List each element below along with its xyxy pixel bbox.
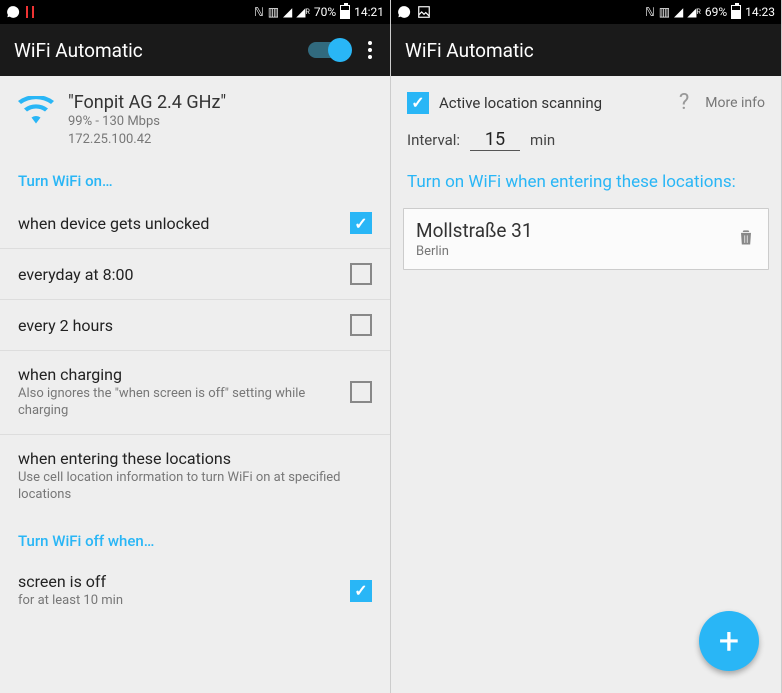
signal-icon: ◢ [283,5,292,19]
location-card[interactable]: Mollstraße 31 Berlin [403,208,769,270]
master-toggle[interactable] [308,42,350,58]
wifi-speed: 99% - 130 Mbps [68,113,226,131]
row-unlocked[interactable]: when device gets unlocked [0,198,390,249]
add-location-fab[interactable]: + [699,611,759,671]
checkbox[interactable] [350,314,372,336]
checkbox[interactable] [350,580,372,602]
whatsapp-icon [6,5,20,19]
location-name: Mollstraße 31 [416,219,533,242]
row-label: every 2 hours [18,316,350,335]
battery-percent: 69% [705,5,727,19]
row-charging[interactable]: when charging Also ignores the "when scr… [0,351,390,435]
image-icon [417,5,431,19]
overflow-menu-icon[interactable] [364,37,376,63]
content-area: Active location scanning ? More info Int… [391,76,781,693]
active-scan-label: Active location scanning [439,94,602,112]
status-bar: ℕ ▥ ◢ ◢R 70% 14:21 [0,0,390,24]
row-desc: Also ignores the "when screen is off" se… [18,386,350,420]
vibrate-icon: ▥ [659,5,670,19]
help-icon[interactable]: ? [679,90,689,115]
interval-label: Interval: [407,131,460,149]
app-bar: WiFi Automatic [0,24,390,76]
wifi-ip: 172.25.100.42 [68,131,226,149]
row-label: everyday at 8:00 [18,265,350,284]
vibrate-icon: ▥ [268,5,279,19]
locations-section-header: Turn on WiFi when entering these locatio… [391,165,781,208]
app-title: WiFi Automatic [405,39,767,62]
wifi-status-block: "Fonpit AG 2.4 GHz" 99% - 130 Mbps 172.2… [0,76,390,158]
active-scan-row[interactable]: Active location scanning ? More info [391,76,781,121]
row-desc: Use cell location information to turn Wi… [18,470,372,504]
phone-right: ℕ ▥ ◢ ◢R 69% 14:23 WiFi Automatic Active… [391,0,782,693]
section-turn-off: Turn WiFi off when… [0,518,390,558]
phone-left: ℕ ▥ ◢ ◢R 70% 14:21 WiFi Automatic "Fonpi… [0,0,391,693]
clock: 14:21 [354,5,384,19]
content-area: "Fonpit AG 2.4 GHz" 99% - 130 Mbps 172.2… [0,76,390,693]
clock: 14:23 [745,5,775,19]
battery-icon [731,5,741,19]
whatsapp-icon [397,5,411,19]
signal-r-icon: ◢R [687,5,701,19]
nfc-icon: ℕ [645,5,655,19]
battery-percent: 70% [314,5,336,19]
checkbox[interactable] [407,92,429,114]
app-title: WiFi Automatic [14,39,308,62]
signal-r-icon: ◢R [296,5,310,19]
trash-icon[interactable] [736,226,756,252]
checkbox[interactable] [350,212,372,234]
interval-unit: min [530,131,555,149]
signal-icon: ◢ [674,5,683,19]
row-locations[interactable]: when entering these locations Use cell l… [0,435,390,518]
app-bar: WiFi Automatic [391,24,781,76]
checkbox[interactable] [350,263,372,285]
row-label: screen is off [18,572,350,591]
wifi-ssid: "Fonpit AG 2.4 GHz" [68,92,226,113]
row-label: when charging [18,365,350,384]
battery-icon [340,5,350,19]
row-label: when entering these locations [18,449,372,468]
row-every2h[interactable]: every 2 hours [0,300,390,351]
wifi-icon [18,96,54,124]
more-info-link[interactable]: More info [705,95,765,111]
section-turn-on: Turn WiFi on… [0,158,390,198]
row-everyday[interactable]: everyday at 8:00 [0,249,390,300]
status-bar: ℕ ▥ ◢ ◢R 69% 14:23 [391,0,781,24]
row-desc: for at least 10 min [18,593,350,610]
location-city: Berlin [416,244,533,259]
row-label: when device gets unlocked [18,214,350,233]
row-screen-off[interactable]: screen is off for at least 10 min [0,558,390,624]
notification-bars-icon [26,6,34,18]
interval-input[interactable]: 15 [470,129,520,151]
nfc-icon: ℕ [254,5,264,19]
checkbox[interactable] [350,381,372,403]
interval-row: Interval: 15 min [391,121,781,165]
